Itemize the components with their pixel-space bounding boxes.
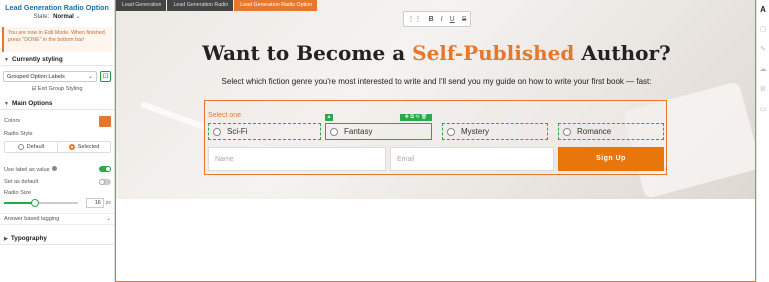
info-icon	[51, 165, 57, 171]
state-label: State:	[33, 14, 50, 20]
exit-group-styling-button[interactable]: ⊟ Exit Group Styling	[0, 86, 114, 96]
use-label-as-value-toggle[interactable]	[99, 166, 111, 172]
strikethrough-icon[interactable]: S	[462, 16, 467, 23]
text-format-toolbar: ⋮⋮ B I U S	[403, 11, 471, 27]
page-subheading[interactable]: Select which fiction genre you're most i…	[116, 77, 755, 86]
radio-size-slider[interactable]	[4, 199, 78, 207]
radio-option-mystery[interactable]: Mystery	[442, 123, 548, 140]
underline-icon[interactable]: U	[450, 16, 455, 23]
bold-icon[interactable]: B	[429, 16, 434, 23]
radio-option-fantasy[interactable]: Fantasy	[325, 123, 432, 140]
radio-option-label: Fantasy	[344, 127, 373, 136]
gear-icon[interactable]: ⚙	[757, 80, 769, 100]
radio-option-label: Romance	[577, 127, 612, 136]
radio-icon	[563, 127, 571, 136]
lock-icon[interactable]: ⊡	[100, 70, 111, 82]
radio-size-input[interactable]: 16	[85, 198, 104, 208]
radio-style-toggle: Default Selected	[4, 141, 111, 153]
radio-icon	[213, 127, 221, 136]
set-as-default-label: Set as default	[4, 179, 39, 185]
main-options-header[interactable]: ▼ Main Options	[0, 98, 114, 110]
radio-style-default-label: Default	[26, 144, 45, 150]
radio-option-label: Mystery	[461, 127, 489, 136]
breadcrumb-item[interactable]: Lead Generation Radio	[167, 0, 234, 11]
select-one-label[interactable]: Select one	[208, 112, 241, 119]
typography-header[interactable]: ▶ Typography	[0, 233, 114, 245]
chevron-down-icon[interactable]: ⌄	[76, 14, 81, 20]
element-actions-toolbar[interactable]: ✥ ⧉ ⟲ 🗑	[400, 114, 432, 121]
drag-handle-icon[interactable]: ⋮⋮	[408, 15, 422, 23]
caret-down-icon: ▼	[4, 100, 9, 107]
caret-right-icon: ▶	[4, 235, 8, 242]
chevron-down-icon: ⌄	[106, 216, 111, 222]
radio-checked-icon	[68, 144, 75, 150]
breadcrumb-item-active[interactable]: Lead Generation Radio Option	[234, 0, 318, 11]
right-toolbar: A ▢ ✎ ☁ ⚙ ▭	[756, 0, 769, 282]
select-value: Grouped Option Labels	[7, 73, 65, 80]
section-heading: Main Options	[11, 100, 53, 107]
radio-option-romance[interactable]: Romance	[558, 123, 664, 140]
styling-target-select[interactable]: Grouped Option Labels ⌄	[3, 70, 97, 82]
set-as-default-toggle[interactable]	[99, 179, 111, 185]
chevron-down-icon: ⌄	[87, 73, 93, 80]
editor-canvas: Lead Generation Lead Generation Radio Le…	[115, 0, 756, 282]
exit-icon: ⊟	[31, 86, 37, 92]
logo-icon[interactable]: A	[757, 0, 769, 20]
caret-down-icon: ▼	[4, 56, 9, 63]
answer-tagging-label: Answer based tagging	[4, 216, 60, 222]
answer-tagging-row[interactable]: Answer based tagging ⌄	[0, 213, 114, 225]
radio-style-label: Radio Style	[4, 131, 33, 137]
lead-form: Select one Sci-Fi ▲ Fantasy ✥ ⧉ ⟲ 🗑 Myst…	[204, 100, 667, 175]
headline-highlight: Self-Published	[412, 41, 575, 65]
radio-icon	[330, 127, 338, 136]
radio-size-label: Radio Size	[4, 190, 32, 196]
exit-group-label: Exit Group Styling	[37, 86, 83, 92]
radio-style-default[interactable]: Default	[5, 142, 57, 152]
color-swatch[interactable]	[99, 115, 111, 127]
currently-styling-header[interactable]: ▼ Currently styling	[0, 54, 114, 66]
radio-icon	[17, 144, 24, 150]
breadcrumb-item[interactable]: Lead Generation	[116, 0, 167, 11]
page-headline[interactable]: Want to Become a Self-Published Author?	[116, 41, 755, 65]
radio-size-unit[interactable]: px	[106, 200, 111, 206]
email-field[interactable]: Email	[390, 147, 554, 171]
radio-style-selected-label: Selected	[77, 144, 100, 150]
radio-option-scifi[interactable]: Sci-Fi	[208, 123, 321, 140]
edit-panel: Lead Generation Radio Option State: Norma…	[0, 0, 115, 282]
edit-icon[interactable]: ✎	[757, 40, 769, 60]
sign-up-button[interactable]: Sign Up	[558, 147, 664, 171]
radio-icon	[447, 127, 455, 136]
preview-icon[interactable]: ▭	[757, 100, 769, 120]
section-heading: Typography	[10, 235, 47, 242]
panel-title: Lead Generation Radio Option	[5, 3, 109, 12]
headline-text: Want to Become a	[202, 41, 413, 65]
use-label-as-value-label: Use label as value	[4, 166, 50, 173]
name-field[interactable]: Name	[208, 147, 386, 171]
state-selector[interactable]: State: Normal ⌄	[0, 13, 114, 23]
element-marker-icon[interactable]: ▲	[325, 114, 333, 121]
edit-mode-note: You are now in Edit Mode. When finished,…	[2, 27, 112, 52]
cloud-icon[interactable]: ☁	[757, 60, 769, 80]
headline-text-end: Author?	[574, 41, 671, 65]
breadcrumb: Lead Generation Lead Generation Radio Le…	[116, 0, 318, 11]
radio-style-selected[interactable]: Selected	[57, 142, 110, 152]
state-value[interactable]: Normal	[53, 14, 74, 20]
colors-label: Colors	[4, 118, 21, 124]
page-icon[interactable]: ▢	[757, 20, 769, 40]
section-heading: Currently styling	[11, 56, 63, 63]
italic-icon[interactable]: I	[441, 16, 443, 23]
radio-option-label: Sci-Fi	[227, 127, 248, 136]
slider-handle[interactable]	[30, 199, 39, 207]
